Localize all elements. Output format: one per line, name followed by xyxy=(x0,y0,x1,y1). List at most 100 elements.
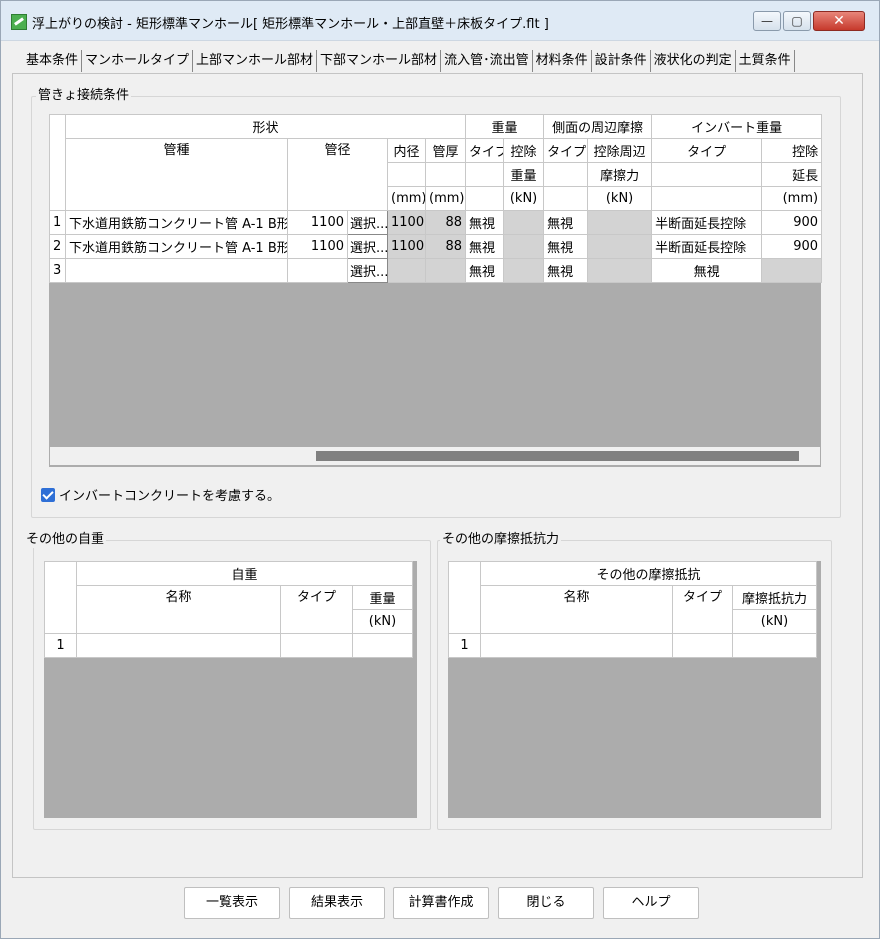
weight-type-cell[interactable]: 無視 xyxy=(465,210,505,235)
friction-deduct-cell xyxy=(587,258,653,283)
diameter-cell[interactable]: 1100 xyxy=(287,210,348,235)
invert-length-cell xyxy=(761,258,823,283)
list-view-button[interactable]: 一覧表示 xyxy=(184,887,280,919)
maximize-button[interactable]: ▢ xyxy=(783,11,811,31)
invert-concrete-label: インバートコンクリートを考慮する。 xyxy=(59,489,281,504)
table-row[interactable]: 1 xyxy=(44,633,414,658)
row-header-corner xyxy=(49,114,66,211)
thickness-cell: 88 xyxy=(424,234,467,259)
invert-concrete-option[interactable]: インバートコンクリートを考慮する。 xyxy=(41,485,280,504)
tab-manhole-type[interactable]: マンホールタイプ xyxy=(82,50,194,72)
friction-type-cell[interactable]: 無視 xyxy=(543,234,589,259)
type-cell[interactable] xyxy=(672,633,733,658)
table-row[interactable]: 1 xyxy=(448,633,818,658)
invert-length-cell[interactable]: 900 xyxy=(761,234,823,259)
invert-type-cell[interactable]: 半断面延長控除 xyxy=(651,210,763,235)
select-button[interactable]: 選択... xyxy=(347,234,388,259)
friction-type-cell[interactable]: 無視 xyxy=(543,210,589,235)
header-blank xyxy=(387,162,426,187)
col-name: 名称 xyxy=(480,585,673,634)
col-group-friction: その他の摩擦抵抗 xyxy=(479,561,818,586)
row-header-corner xyxy=(448,561,481,634)
col-invert-type: タイプ xyxy=(651,138,763,163)
pipe-type-cell[interactable]: 下水道用鉄筋コンクリート管 A-1 B形 xyxy=(65,210,288,235)
weight-type-cell[interactable]: 無視 xyxy=(465,234,505,259)
select-button[interactable]: 選択... xyxy=(347,210,388,235)
unit-weight: (kN) xyxy=(351,609,414,634)
tab-material-conditions[interactable]: 材料条件 xyxy=(533,50,592,72)
invert-type-cell[interactable]: 半断面延長控除 xyxy=(651,234,763,259)
pipe-type-cell[interactable]: 下水道用鉄筋コンクリート管 A-1 B形 xyxy=(65,234,288,259)
col-invert-length: 延長 xyxy=(761,162,823,187)
title-bar: 浮上がりの検討 - 矩形標準マンホール[ 矩形標準マンホール・上部直壁＋床板タイ… xyxy=(1,1,879,41)
close-button[interactable]: 閉じる xyxy=(498,887,594,919)
minimize-button[interactable]: — xyxy=(753,11,781,31)
col-group-side-friction: 側面の周辺摩擦 xyxy=(543,114,653,139)
col-weight-deduct-weight: 重量 xyxy=(503,162,545,187)
thickness-cell: 88 xyxy=(424,210,467,235)
pipe-connection-group: 管きょ接続条件 形状 重量 側面の周辺摩擦 インバート重量 管種 管径 内径 管… xyxy=(31,88,841,518)
tab-upper-members[interactable]: 上部マンホール部材 xyxy=(193,50,318,72)
unit-friction: (kN) xyxy=(731,609,818,634)
col-inner-diameter: 内径 xyxy=(387,138,426,163)
col-thickness: 管厚 xyxy=(424,138,467,163)
table-row[interactable]: 1 下水道用鉄筋コンクリート管 A-1 B形 1100 選択... 1100 8… xyxy=(49,210,823,235)
create-report-button[interactable]: 計算書作成 xyxy=(393,887,489,919)
weight-deduct-cell xyxy=(503,234,545,259)
col-name: 名称 xyxy=(76,585,281,634)
unit-friction: (kN) xyxy=(587,186,653,211)
weight-deduct-cell xyxy=(503,210,545,235)
col-weight-deduct: 控除 xyxy=(503,138,545,163)
result-view-button[interactable]: 結果表示 xyxy=(289,887,385,919)
friction-type-cell[interactable]: 無視 xyxy=(543,258,589,283)
tab-basic-conditions[interactable]: 基本条件 xyxy=(23,50,83,72)
name-cell[interactable] xyxy=(480,633,673,658)
row-number: 3 xyxy=(49,258,66,283)
tab-inflow-outflow-pipes[interactable]: 流入管･流出管 xyxy=(441,50,533,72)
tab-liquefaction[interactable]: 液状化の判定 xyxy=(651,50,736,72)
invert-type-cell[interactable]: 無視 xyxy=(651,258,763,283)
friction-table: その他の摩擦抵抗 名称 タイプ 摩擦抵抗力 (kN) 1 xyxy=(448,561,818,658)
unit-weight: (kN) xyxy=(503,186,545,211)
help-button[interactable]: ヘルプ xyxy=(603,887,699,919)
header-blank xyxy=(424,162,467,187)
col-group-invert-weight: インバート重量 xyxy=(651,114,823,139)
col-diameter: 管径 xyxy=(287,138,388,211)
horizontal-scrollbar-thumb[interactable] xyxy=(316,451,799,461)
table-row[interactable]: 3 選択... 無視 無視 無視 xyxy=(49,258,823,283)
col-group-shape: 形状 xyxy=(64,114,467,139)
pipe-type-cell[interactable] xyxy=(65,258,288,283)
self-weight-group: その他の自重 自重 名称 タイプ 重量 (kN) 1 xyxy=(24,532,431,830)
col-group-weight: 重量 xyxy=(465,114,545,139)
tab-design-conditions[interactable]: 設計条件 xyxy=(592,50,651,72)
force-cell[interactable] xyxy=(731,633,818,658)
col-friction-type: タイプ xyxy=(543,138,589,163)
tab-panel: 管きょ接続条件 形状 重量 側面の周辺摩擦 インバート重量 管種 管径 内径 管… xyxy=(12,73,863,878)
tab-lower-members[interactable]: 下部マンホール部材 xyxy=(317,50,442,72)
invert-length-cell[interactable]: 900 xyxy=(761,210,823,235)
weight-type-cell[interactable]: 無視 xyxy=(465,258,505,283)
friction-group: その他の摩擦抵抗力 その他の摩擦抵抗 名称 タイプ 摩擦抵抗力 (kN) 1 xyxy=(437,532,832,830)
app-icon xyxy=(11,14,27,30)
type-cell[interactable] xyxy=(280,633,353,658)
window-title: 浮上がりの検討 - 矩形標準マンホール[ 矩形標準マンホール・上部直壁＋床板タイ… xyxy=(32,17,549,32)
table-row[interactable]: 2 下水道用鉄筋コンクリート管 A-1 B形 1100 選択... 1100 8… xyxy=(49,234,823,259)
col-weight-type: タイプ xyxy=(465,138,505,163)
inner-diameter-cell: 1100 xyxy=(387,210,426,235)
self-weight-table: 自重 名称 タイプ 重量 (kN) 1 xyxy=(44,561,414,658)
diameter-cell[interactable]: 1100 xyxy=(287,234,348,259)
header-blank xyxy=(465,162,505,187)
name-cell[interactable] xyxy=(76,633,281,658)
col-group-self-weight: 自重 xyxy=(75,561,414,586)
invert-concrete-checkbox[interactable] xyxy=(41,488,55,502)
select-button[interactable]: 選択... xyxy=(347,258,388,283)
col-friction-force: 摩擦抵抗力 xyxy=(731,585,818,610)
tab-soil-conditions[interactable]: 土質条件 xyxy=(736,50,795,72)
unit-length: (mm) xyxy=(761,186,823,211)
col-invert-deduct: 控除 xyxy=(761,138,823,163)
dialog-window: 浮上がりの検討 - 矩形標準マンホール[ 矩形標準マンホール・上部直壁＋床板タイ… xyxy=(0,0,880,939)
close-window-button[interactable]: ✕ xyxy=(813,11,865,31)
diameter-cell[interactable] xyxy=(287,258,348,283)
friction-deduct-cell xyxy=(587,234,653,259)
weight-cell[interactable] xyxy=(351,633,414,658)
